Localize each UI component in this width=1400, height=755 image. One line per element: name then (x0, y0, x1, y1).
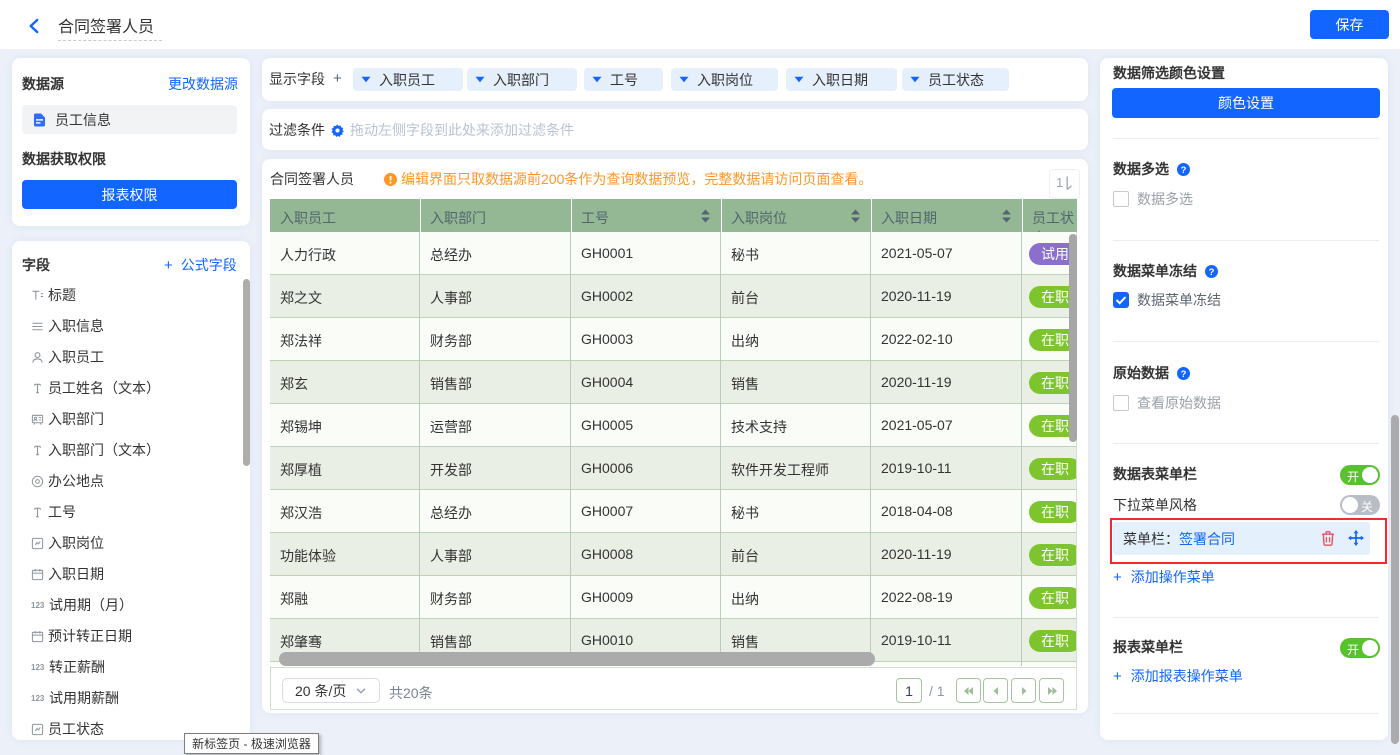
svg-text:?: ? (1181, 165, 1187, 176)
svg-text:?: ? (1181, 369, 1187, 380)
svg-text:?: ? (1209, 267, 1215, 278)
